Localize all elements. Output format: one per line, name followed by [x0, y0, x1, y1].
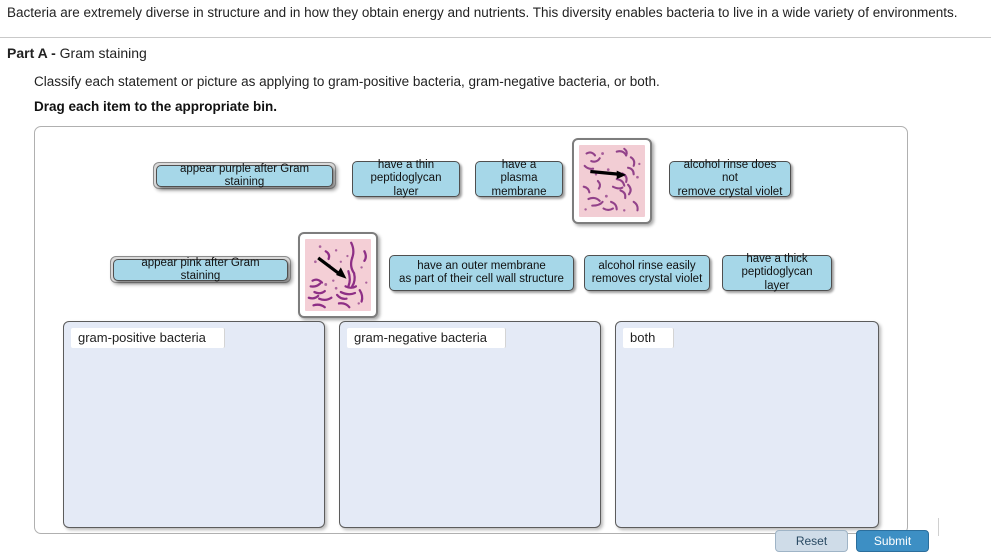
bin-gram-negative[interactable]: gram-negative bacteria — [339, 321, 601, 528]
submit-button[interactable]: Submit — [856, 530, 929, 552]
bin-label: gram-negative bacteria — [347, 328, 506, 348]
intro-paragraph: Bacteria are extremely diverse in struct… — [7, 5, 958, 20]
item-appear-pink[interactable]: appear pink after Gram staining — [113, 256, 288, 283]
horizontal-divider — [0, 37, 991, 38]
reset-button[interactable]: Reset — [775, 530, 848, 552]
instruction-text: Classify each statement or picture as ap… — [34, 74, 660, 89]
item-alcohol-removes[interactable]: alcohol rinse easily removes crystal vio… — [584, 255, 710, 291]
micrograph-purple-image — [579, 145, 645, 217]
item-label: have a plasma membrane — [482, 159, 556, 200]
micrograph-pink-image — [305, 239, 371, 311]
item-label-line2: membrane — [491, 185, 547, 198]
item-label: have a thin peptidoglycan layer — [359, 159, 453, 200]
item-label-line2: peptidoglycan layer — [741, 266, 813, 292]
drag-instruction-text: Drag each item to the appropriate bin. — [34, 99, 278, 114]
item-appear-purple[interactable]: appear purple after Gram staining — [156, 162, 333, 189]
item-label-line2: removes crystal violet — [591, 273, 703, 285]
item-label-line1: alcohol rinse does not — [683, 158, 777, 185]
item-label-line1: have a plasma — [500, 158, 538, 185]
item-alcohol-not-remove[interactable]: alcohol rinse does not remove crystal vi… — [669, 159, 791, 200]
bin-both[interactable]: both — [615, 321, 879, 528]
item-label: appear pink after Gram staining — [141, 256, 260, 283]
drag-drop-activity-panel: appear purple after Gram staining have a… — [34, 126, 908, 534]
part-title: Gram staining — [59, 45, 147, 61]
item-label: alcohol rinse easily removes crystal vio… — [592, 260, 703, 287]
item-label-line2: remove crystal violet — [677, 185, 783, 198]
bin-label: gram-positive bacteria — [71, 328, 225, 348]
item-label-line1: have a thin — [377, 158, 435, 171]
item-thin-peptidoglycan[interactable]: have a thin peptidoglycan layer — [352, 159, 460, 200]
item-plasma-membrane[interactable]: have a plasma membrane — [475, 159, 563, 200]
part-dash: - — [47, 45, 60, 61]
item-label-line2: peptidoglycan layer — [370, 172, 442, 198]
item-outer-membrane[interactable]: have an outer membrane as part of their … — [389, 255, 574, 291]
item-micrograph-pink[interactable] — [298, 232, 378, 318]
bin-gram-positive[interactable]: gram-positive bacteria — [63, 321, 325, 528]
item-thick-peptidoglycan[interactable]: have a thick peptidoglycan layer — [722, 253, 832, 294]
item-label-line1: alcohol rinse easily — [598, 259, 696, 272]
part-label: Part A — [7, 45, 48, 61]
item-label: alcohol rinse does not remove crystal vi… — [676, 159, 784, 200]
part-header: Part A - Gram staining — [7, 45, 147, 61]
item-label-line1: have an outer membrane — [417, 259, 546, 272]
item-label-line2: as part of their cell wall structure — [399, 273, 564, 285]
vertical-divider — [938, 518, 939, 536]
item-micrograph-purple[interactable] — [572, 138, 652, 224]
bin-label: both — [623, 328, 675, 348]
item-label-line1: have a thick — [746, 252, 808, 265]
item-label: have an outer membrane as part of their … — [399, 260, 564, 287]
item-label: have a thick peptidoglycan layer — [729, 253, 825, 294]
item-label: appear purple after Gram staining — [179, 162, 310, 189]
